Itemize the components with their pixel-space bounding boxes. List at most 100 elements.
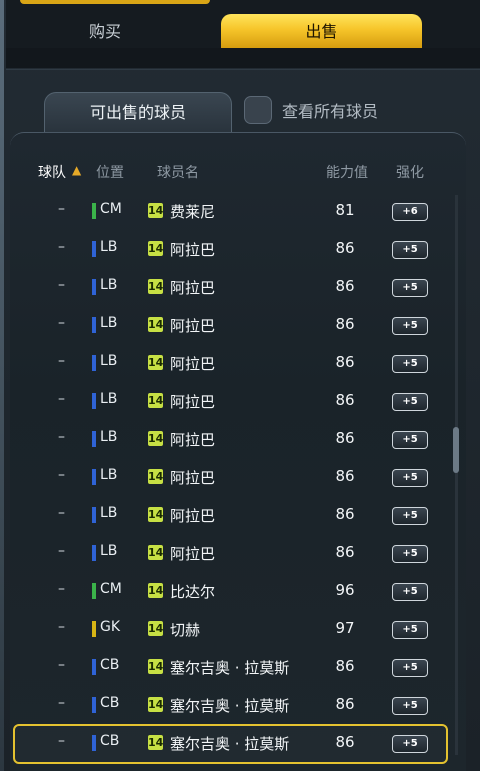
position-label: LB [100, 429, 118, 445]
season-badge-icon: 14 [148, 203, 164, 218]
view-all-checkbox[interactable] [244, 96, 272, 124]
team-cell: – [58, 695, 65, 711]
player-row[interactable]: – LB 14 阿拉巴 86 +5 [0, 497, 480, 535]
enhance-level-badge: +6 [392, 203, 428, 221]
player-row[interactable]: – LB 14 阿拉巴 86 +5 [0, 535, 480, 573]
position-color-bar [92, 317, 96, 333]
position-color-bar [92, 241, 96, 257]
player-rating: 86 [335, 391, 355, 409]
position-color-bar [92, 583, 96, 599]
player-row[interactable]: – LB 14 阿拉巴 86 +5 [0, 459, 480, 497]
enhance-level-badge: +5 [392, 545, 428, 563]
player-name: 塞尔吉奥 · 拉莫斯 [170, 659, 290, 677]
player-name: 阿拉巴 [170, 279, 216, 297]
top-accent-bar [20, 0, 210, 4]
team-cell: – [58, 581, 65, 597]
player-name: 切赫 [170, 621, 201, 639]
position-color-bar [92, 355, 96, 371]
season-badge-icon: 14 [148, 697, 164, 712]
enhance-level-badge: +5 [392, 507, 428, 525]
player-row[interactable]: – LB 14 阿拉巴 86 +5 [0, 421, 480, 459]
player-row[interactable]: – LB 14 阿拉巴 86 +5 [0, 231, 480, 269]
position-color-bar [92, 203, 96, 219]
position-color-bar [92, 393, 96, 409]
team-cell: – [58, 239, 65, 255]
position-color-bar [92, 507, 96, 523]
team-cell: – [58, 505, 65, 521]
subtab-sellable-players[interactable]: 可出售的球员 [44, 92, 232, 133]
season-badge-icon: 14 [148, 621, 164, 636]
player-rating: 97 [335, 619, 355, 637]
team-cell: – [58, 277, 65, 293]
view-all-toggle[interactable]: 查看所有球员 [244, 95, 378, 125]
player-rating: 86 [335, 467, 355, 485]
player-rating: 86 [335, 277, 355, 295]
position-label: LB [100, 543, 118, 559]
player-list: – CM 14 费莱尼 81 +6 – LB 14 阿拉巴 86 +5 – LB 14 阿拉巴 86 +5 – LB 1… [0, 193, 480, 764]
column-player-name[interactable]: 球员名 [157, 162, 199, 182]
player-rating: 86 [335, 733, 355, 751]
player-name: 塞尔吉奥 · 拉莫斯 [170, 697, 290, 715]
tab-sell[interactable]: 出售 [221, 14, 422, 48]
enhance-level-badge: +5 [392, 317, 428, 335]
player-name: 比达尔 [170, 583, 216, 601]
player-name: 阿拉巴 [170, 393, 216, 411]
team-cell: – [58, 391, 65, 407]
player-name: 塞尔吉奥 · 拉莫斯 [170, 735, 290, 753]
player-name: 阿拉巴 [170, 431, 216, 449]
team-cell: – [58, 201, 65, 217]
column-enhance[interactable]: 强化 [396, 162, 424, 182]
player-rating: 86 [335, 239, 355, 257]
team-cell: – [58, 467, 65, 483]
enhance-level-badge: +5 [392, 735, 428, 753]
season-badge-icon: 14 [148, 469, 164, 484]
position-label: LB [100, 239, 118, 255]
column-rating[interactable]: 能力值 [326, 162, 368, 182]
player-row[interactable]: – CM 14 比达尔 96 +5 [0, 573, 480, 611]
player-rating: 86 [335, 429, 355, 447]
player-name: 阿拉巴 [170, 469, 216, 487]
player-name: 阿拉巴 [170, 507, 216, 525]
player-row[interactable]: – LB 14 阿拉巴 86 +5 [0, 307, 480, 345]
position-label: CB [100, 733, 120, 749]
position-color-bar [92, 469, 96, 485]
enhance-level-badge: +5 [392, 621, 428, 639]
position-label: CB [100, 695, 120, 711]
market-screen: 购买 出售 可出售的球员 查看所有球员 球队 ▲ 位置 球员名 能力值 强化 –… [0, 0, 480, 771]
column-position[interactable]: 位置 [96, 162, 124, 182]
position-label: LB [100, 315, 118, 331]
player-row[interactable]: – LB 14 阿拉巴 86 +5 [0, 269, 480, 307]
position-label: LB [100, 277, 118, 293]
position-color-bar [92, 735, 96, 751]
season-badge-icon: 14 [148, 393, 164, 408]
season-badge-icon: 14 [148, 279, 164, 294]
player-rating: 96 [335, 581, 355, 599]
player-row[interactable]: – CB 14 塞尔吉奥 · 拉莫斯 86 +5 [0, 687, 480, 725]
player-row[interactable]: – GK 14 切赫 97 +5 [0, 611, 480, 649]
position-color-bar [92, 431, 96, 447]
position-color-bar [92, 279, 96, 295]
player-name: 阿拉巴 [170, 545, 216, 563]
player-row[interactable]: – LB 14 阿拉巴 86 +5 [0, 345, 480, 383]
season-badge-icon: 14 [148, 431, 164, 446]
sort-ascending-icon: ▲ [72, 163, 82, 177]
season-badge-icon: 14 [148, 545, 164, 560]
player-row[interactable]: – LB 14 阿拉巴 86 +5 [0, 383, 480, 421]
team-cell: – [58, 733, 65, 749]
player-row[interactable]: – CM 14 费莱尼 81 +6 [0, 193, 480, 231]
team-cell: – [58, 619, 65, 635]
scrollbar-thumb[interactable] [453, 427, 459, 473]
player-row[interactable]: – CB 14 塞尔吉奥 · 拉莫斯 86 +5 [0, 649, 480, 687]
season-badge-icon: 14 [148, 241, 164, 256]
player-row[interactable]: – CB 14 塞尔吉奥 · 拉莫斯 86 +5 [0, 724, 480, 764]
tab-buy[interactable]: 购买 [20, 16, 190, 48]
column-team[interactable]: 球队 [38, 162, 66, 182]
season-badge-icon: 14 [148, 355, 164, 370]
enhance-level-badge: +5 [392, 659, 428, 677]
scrollbar-track[interactable] [455, 195, 458, 755]
position-label: LB [100, 391, 118, 407]
enhance-level-badge: +5 [392, 697, 428, 715]
position-color-bar [92, 545, 96, 561]
player-name: 阿拉巴 [170, 241, 216, 259]
view-all-label: 查看所有球员 [282, 102, 379, 121]
